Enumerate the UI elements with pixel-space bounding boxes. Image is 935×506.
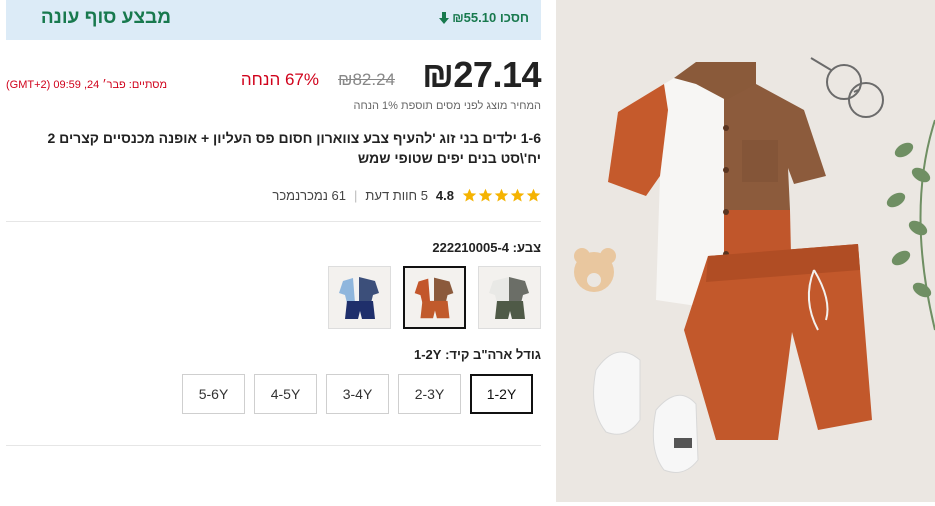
star-icon [494,188,509,201]
outfit-thumbnail [479,267,540,328]
star-icon [462,188,477,201]
product-info-panel: מבצע סוף עונה חסכו ₪55.10 ₪27.14 ₪82.24 … [6,0,541,506]
sale-banner-title: מבצע סוף עונה [40,7,171,28]
price-row: ₪27.14 ₪82.24 67% הנחה מסתיים: פבר׳ 24, … [6,54,541,95]
size-option-5-6y[interactable]: 5-6Y [182,374,245,414]
product-image [556,0,935,502]
star-icon [526,188,541,201]
size-option-4-5y[interactable]: 4-5Y [254,374,317,414]
tax-note: המחיר מוצג לפני מסים תוספת 1% הנחה [353,100,541,112]
size-label: גודל ארה"ב קיד: 1-2Y [413,347,541,362]
outfit-thumbnail [329,267,390,328]
original-price: ₪82.24 [338,70,395,89]
size-options: 1-2Y 2-3Y 3-4Y 4-5Y 5-6Y [182,374,533,414]
rating-row[interactable]: 4.8 5 חוות דעת | 61 נמכרנמכר [272,185,541,205]
savings-label: חסכו ₪55.10 [439,10,529,25]
product-title: 1-6 ילדים בני זוג 'להעיף צבע צווארון חסו… [47,130,541,166]
down-arrow-icon [439,11,450,24]
size-option-1-2y[interactable]: 1-2Y [470,374,533,414]
separator: | [354,187,358,203]
divider [6,221,541,222]
color-swatch-rust-brown[interactable] [403,266,466,329]
rating-score: 4.8 [435,187,454,203]
product-photo[interactable] [556,0,935,502]
star-icon [478,188,493,201]
sold-count: 61 נמכרנמכר [272,187,347,203]
divider [6,445,541,446]
size-option-2-3y[interactable]: 2-3Y [398,374,461,414]
outfit-thumbnail [405,268,464,327]
current-price: ₪27.14 [422,54,541,95]
sale-ends-label: מסתיים: פבר׳ 24, 09:59 (GMT+2) [6,79,168,91]
star-icon [510,188,525,201]
color-swatch-green-grey[interactable] [478,266,541,329]
discount-percent: 67% הנחה [240,70,319,89]
color-swatch-blue-navy[interactable] [328,266,391,329]
star-rating [462,188,541,203]
review-count[interactable]: 5 חוות דעת [365,188,428,203]
savings-text: חסכו ₪55.10 [452,10,529,25]
size-option-3-4y[interactable]: 3-4Y [326,374,389,414]
color-label: צבע: 222210005-4 [432,240,541,255]
sale-banner: מבצע סוף עונה חסכו ₪55.10 [6,0,541,40]
color-swatches [328,266,541,329]
